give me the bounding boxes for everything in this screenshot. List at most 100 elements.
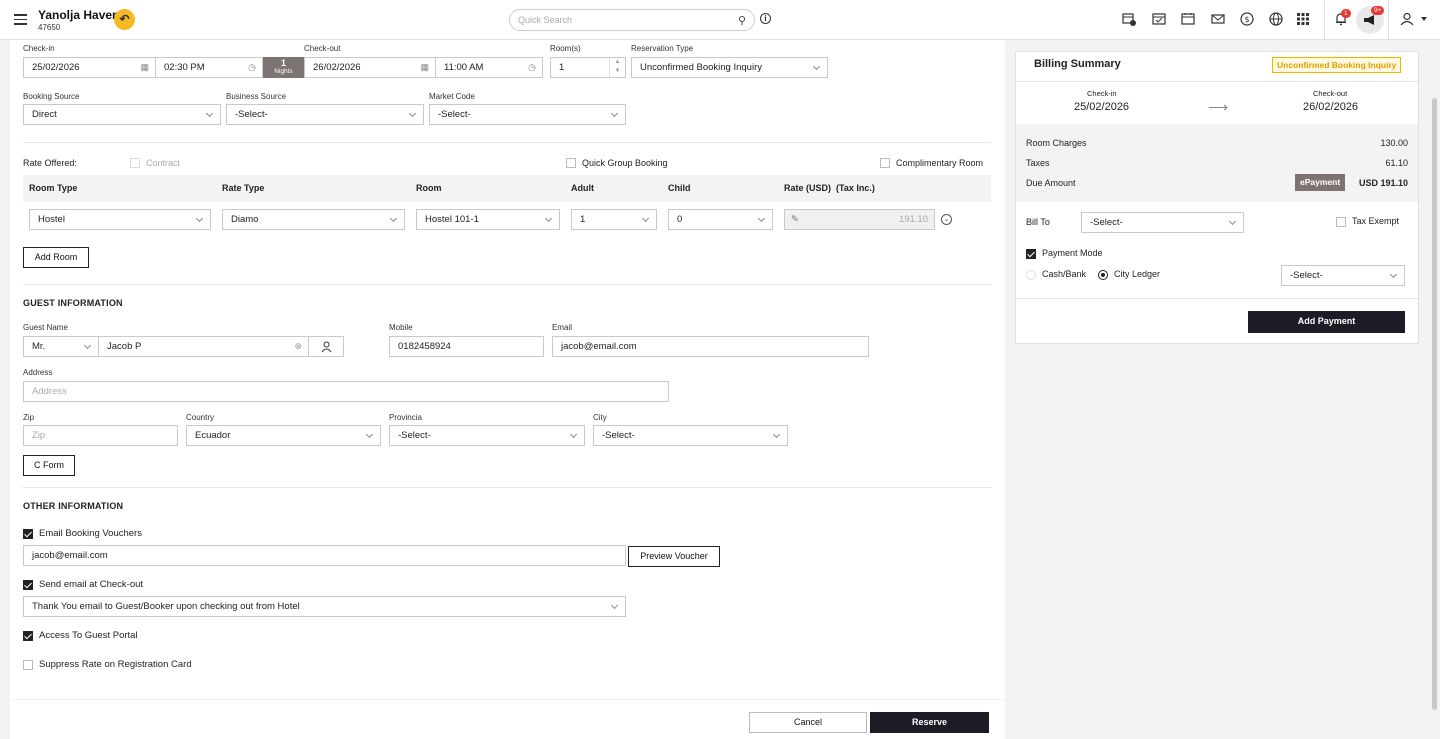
booking-source-select[interactable]: Direct	[23, 104, 221, 125]
checkin-time-value: 02:30 PM	[164, 62, 205, 73]
add-room-button[interactable]: Add Room	[23, 247, 89, 268]
ledger-select[interactable]: -Select-	[1281, 265, 1405, 286]
suppress-rate-checkbox[interactable]	[23, 660, 33, 670]
guest-portal-label: Access To Guest Portal	[39, 630, 138, 641]
c-form-button[interactable]: C Form	[23, 455, 75, 476]
calendar-icon: ▦	[140, 62, 149, 72]
address-input[interactable]: Address	[23, 381, 669, 402]
suppress-rate-label: Suppress Rate on Registration Card	[39, 659, 192, 670]
stepper-arrows[interactable]: ▲ ▼	[609, 58, 625, 77]
email-vouchers-checkbox[interactable]	[23, 529, 33, 539]
guest-name-label: Guest Name	[23, 323, 68, 332]
country-select[interactable]: Ecuador	[186, 425, 381, 446]
payment-mode-label: Payment Mode	[1042, 248, 1103, 258]
user-icon[interactable]	[1399, 12, 1414, 27]
send-checkout-checkbox[interactable]	[23, 580, 33, 590]
preview-voucher-button[interactable]: Preview Voucher	[628, 546, 720, 567]
divider	[23, 487, 991, 488]
status-badge: Unconfirmed Booking Inquiry	[1272, 57, 1402, 73]
province-select[interactable]: -Select-	[389, 425, 585, 446]
room-select[interactable]: Hostel 101-1	[416, 209, 560, 230]
checkout-template-select[interactable]: Thank You email to Guest/Booker upon che…	[23, 596, 626, 617]
scrollbar[interactable]	[1432, 98, 1437, 710]
edit-icon[interactable]: ✎	[791, 210, 799, 229]
guest-portal-checkbox[interactable]	[23, 631, 33, 641]
epayment-button[interactable]: ePayment	[1295, 174, 1346, 191]
checkout-date-field[interactable]: 26/02/2026 ▦	[304, 57, 436, 78]
reservation-type-select[interactable]: Unconfirmed Booking Inquiry	[631, 57, 828, 78]
calendar-icon[interactable]	[1180, 12, 1195, 27]
chevron-down-icon[interactable]	[1421, 17, 1427, 21]
cash-bank-radio[interactable]	[1026, 270, 1036, 280]
billing-checkin-label: Check-in	[1087, 89, 1117, 98]
quick-group-checkbox[interactable]	[566, 158, 576, 168]
email-input[interactable]: jacob@email.com	[552, 336, 869, 357]
add-payment-button[interactable]: Add Payment	[1248, 311, 1405, 333]
calendar-icon: ▦	[420, 62, 429, 72]
quick-group-label: Quick Group Booking	[582, 158, 668, 168]
reservation-type-label: Reservation Type	[631, 44, 694, 53]
city-ledger-radio[interactable]	[1098, 270, 1108, 280]
market-code-select[interactable]: -Select-	[429, 104, 626, 125]
child-select[interactable]: 0	[668, 209, 773, 230]
reserve-button[interactable]: Reserve	[870, 712, 989, 733]
email-vouchers-label: Email Booking Vouchers	[39, 528, 142, 539]
checkin-date-field[interactable]: 25/02/2026 ▦	[23, 57, 156, 78]
checkin-time-field[interactable]: 02:30 PM ◷	[155, 57, 263, 78]
bill-to-select[interactable]: -Select-	[1081, 212, 1244, 233]
billing-checkout-label: Check-out	[1313, 89, 1348, 98]
info-icon[interactable]: i	[760, 13, 771, 24]
search-icon[interactable]: ⚲	[738, 14, 746, 27]
calendar-check-icon[interactable]	[1151, 12, 1166, 27]
expand-row-icon[interactable]: ⌄	[941, 214, 952, 225]
checkout-time-field[interactable]: 11:00 AM ◷	[435, 57, 543, 78]
currency-icon[interactable]: $	[1239, 12, 1254, 27]
rooms-stepper[interactable]: 1 ▲ ▼	[550, 57, 626, 78]
rooms-value: 1	[559, 62, 565, 73]
cancel-button[interactable]: Cancel	[749, 712, 867, 733]
divider	[23, 284, 991, 285]
complimentary-checkbox[interactable]	[880, 158, 890, 168]
hotel-code: 47650	[38, 23, 61, 32]
salutation-select[interactable]: Mr.	[23, 336, 99, 357]
city-ledger-label: City Ledger	[1114, 269, 1161, 279]
city-select[interactable]: -Select-	[593, 425, 788, 446]
guest-name-input[interactable]: Jacob P ⊗	[98, 336, 309, 357]
calendar-add-icon[interactable]	[1121, 12, 1136, 27]
business-source-select[interactable]: -Select-	[226, 104, 424, 125]
search-input[interactable]: Quick Search ⚲	[509, 9, 755, 31]
nights-value: 1	[280, 58, 286, 68]
room-type-select[interactable]: Hostel	[29, 209, 211, 230]
divider	[1016, 298, 1418, 299]
contract-checkbox[interactable]	[130, 158, 140, 168]
payment-mode-checkbox[interactable]	[1026, 249, 1036, 259]
announcement-button[interactable]: 9+	[1356, 6, 1385, 34]
clear-icon[interactable]: ⊗	[294, 337, 302, 356]
checkout-time-value: 11:00 AM	[444, 62, 484, 73]
address-placeholder: Address	[32, 386, 67, 397]
billing-checkout-date: 26/02/2026	[1303, 101, 1359, 113]
province-label: Provincia	[389, 413, 422, 422]
billing-title: Billing Summary	[1034, 58, 1121, 70]
rate-type-select[interactable]: Diamo	[222, 209, 405, 230]
voucher-email-input[interactable]: jacob@email.com	[23, 545, 626, 566]
menu-icon[interactable]	[14, 14, 27, 25]
send-checkout-label: Send email at Check-out	[39, 579, 144, 590]
col-tax-inc: (Tax Inc.)	[836, 183, 875, 193]
tax-exempt-checkbox[interactable]	[1336, 217, 1346, 227]
back-icon[interactable]: ↶	[114, 9, 135, 30]
room-charges-label: Room Charges	[1026, 138, 1087, 148]
mobile-input[interactable]: 0182458924	[389, 336, 544, 357]
mail-icon[interactable]	[1210, 12, 1225, 27]
bell-icon[interactable]: 1	[1333, 9, 1351, 27]
zip-input[interactable]: Zip	[23, 425, 178, 446]
globe-icon[interactable]	[1268, 12, 1283, 27]
guest-lookup-button[interactable]	[308, 336, 344, 357]
clock-icon: ◷	[248, 62, 256, 72]
apps-grid-icon[interactable]	[1295, 12, 1310, 27]
booking-source-label: Booking Source	[23, 92, 80, 101]
taxes-label: Taxes	[1026, 158, 1050, 168]
market-code-label: Market Code	[429, 92, 475, 101]
due-amount-value: USD 191.10	[1358, 178, 1408, 188]
adult-select[interactable]: 1	[571, 209, 657, 230]
